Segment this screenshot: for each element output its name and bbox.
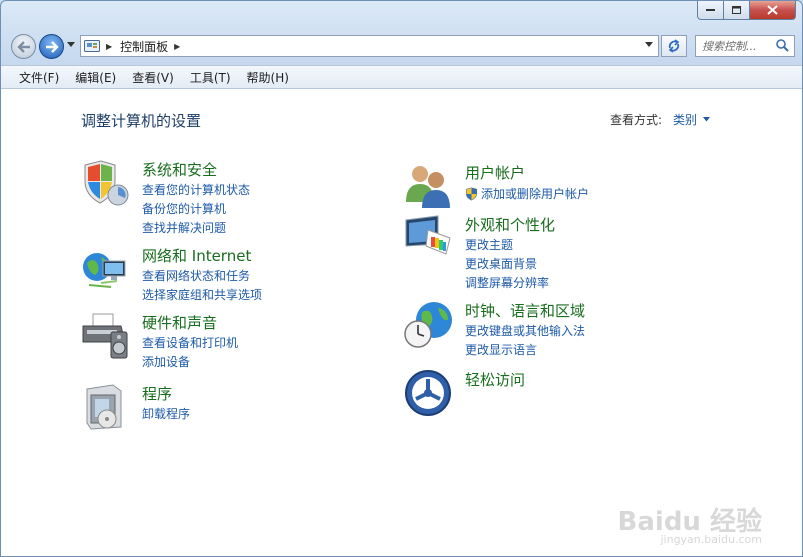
breadcrumb-separator-icon[interactable]: ▶ [174, 42, 180, 51]
content-area: 调整计算机的设置 查看方式: 类别 系统和安全 查看您的计算机状态 备份您的计算… [1, 89, 802, 556]
link-find-fix-problems[interactable]: 查找并解决问题 [142, 219, 250, 238]
breadcrumb-control-panel[interactable]: 控制面板 [120, 38, 168, 55]
link-change-theme[interactable]: 更改主题 [465, 236, 549, 255]
view-by-dropdown[interactable]: 类别 [673, 111, 711, 128]
link-uninstall-program[interactable]: 卸载程序 [142, 405, 190, 424]
back-arrow-icon [16, 40, 30, 53]
category-user-accounts-link[interactable]: 用户帐户 [465, 162, 525, 183]
search-box[interactable] [695, 35, 795, 57]
menu-bar: 文件(F) 编辑(E) 查看(V) 工具(T) 帮助(H) [1, 65, 802, 89]
menu-help[interactable]: 帮助(H) [239, 69, 297, 86]
link-view-computer-status[interactable]: 查看您的计算机状态 [142, 181, 250, 200]
caption-buttons [697, 1, 796, 20]
forward-button[interactable] [39, 34, 64, 59]
chevron-down-icon [703, 117, 711, 122]
page-title: 调整计算机的设置 [81, 112, 202, 130]
link-add-remove-accounts[interactable]: 添加或删除用户帐户 [481, 185, 589, 202]
category-network-internet-link[interactable]: 网络和 Internet [142, 245, 251, 266]
link-network-status-tasks[interactable]: 查看网络状态和任务 [142, 267, 262, 286]
search-input[interactable] [702, 39, 776, 53]
category-appearance-link[interactable]: 外观和个性化 [465, 214, 555, 235]
clock-globe-icon [404, 302, 452, 348]
refresh-button[interactable] [661, 35, 687, 57]
breadcrumb-separator-icon[interactable]: ▶ [106, 42, 112, 51]
network-globe-icon [83, 253, 126, 288]
menu-tools[interactable]: 工具(T) [182, 69, 239, 86]
uac-shield-icon [466, 187, 477, 200]
view-by-label: 查看方式: [610, 113, 663, 127]
minimize-button[interactable] [697, 1, 724, 20]
link-homegroup-sharing[interactable]: 选择家庭组和共享选项 [142, 286, 262, 305]
link-add-device[interactable]: 添加设备 [142, 353, 238, 372]
category-clock-language-region-link[interactable]: 时钟、语言和区域 [465, 300, 585, 321]
menu-file[interactable]: 文件(F) [11, 69, 67, 86]
link-change-display-language[interactable]: 更改显示语言 [465, 341, 585, 360]
forward-arrow-icon [45, 40, 59, 53]
refresh-icon [668, 39, 680, 53]
link-devices-printers[interactable]: 查看设备和打印机 [142, 334, 238, 353]
appearance-monitor-icon [405, 215, 451, 255]
category-hardware-sound-link[interactable]: 硬件和声音 [142, 312, 217, 333]
maximize-button[interactable] [724, 1, 750, 20]
programs-box-icon [86, 384, 122, 430]
minimize-icon [705, 9, 715, 11]
menu-view[interactable]: 查看(V) [124, 69, 182, 86]
maximize-icon [731, 5, 741, 14]
watermark-sub: jingyan.baidu.com [660, 533, 762, 546]
control-panel-icon [84, 39, 100, 52]
link-add-remove-accounts-row[interactable]: 添加或删除用户帐户 [465, 184, 589, 203]
link-change-desktop-background[interactable]: 更改桌面背景 [465, 255, 549, 274]
security-shield-icon [84, 160, 129, 206]
category-programs-link[interactable]: 程序 [142, 383, 172, 404]
category-ease-of-access-link[interactable]: 轻松访问 [465, 369, 525, 390]
address-bar[interactable]: ▶ 控制面板 ▶ [80, 35, 659, 57]
ease-of-access-icon [405, 370, 451, 416]
close-icon [767, 5, 778, 15]
link-adjust-screen-resolution[interactable]: 调整屏幕分辨率 [465, 274, 549, 293]
search-icon[interactable] [776, 39, 789, 52]
link-backup-computer[interactable]: 备份您的计算机 [142, 200, 250, 219]
users-icon [406, 166, 450, 208]
view-by-value[interactable]: 类别 [673, 111, 697, 128]
recent-pages-chevron-down-icon[interactable] [67, 42, 76, 48]
close-button[interactable] [750, 1, 796, 20]
address-dropdown-chevron-down-icon[interactable] [645, 42, 654, 48]
link-change-keyboards-input[interactable]: 更改键盘或其他输入法 [465, 322, 585, 341]
control-panel-window: ▶ 控制面板 ▶ 文件(F) 编辑(E) 查看(V) 工具(T) 帮助(H) 调… [0, 0, 803, 557]
menu-edit[interactable]: 编辑(E) [67, 69, 124, 86]
category-system-security-link[interactable]: 系统和安全 [142, 159, 217, 180]
back-button[interactable] [11, 34, 36, 59]
baidu-watermark: Baidu 经验 jingyan.baidu.com [618, 501, 762, 546]
navigation-bar: ▶ 控制面板 ▶ [1, 31, 802, 65]
printer-speaker-icon [82, 313, 128, 359]
